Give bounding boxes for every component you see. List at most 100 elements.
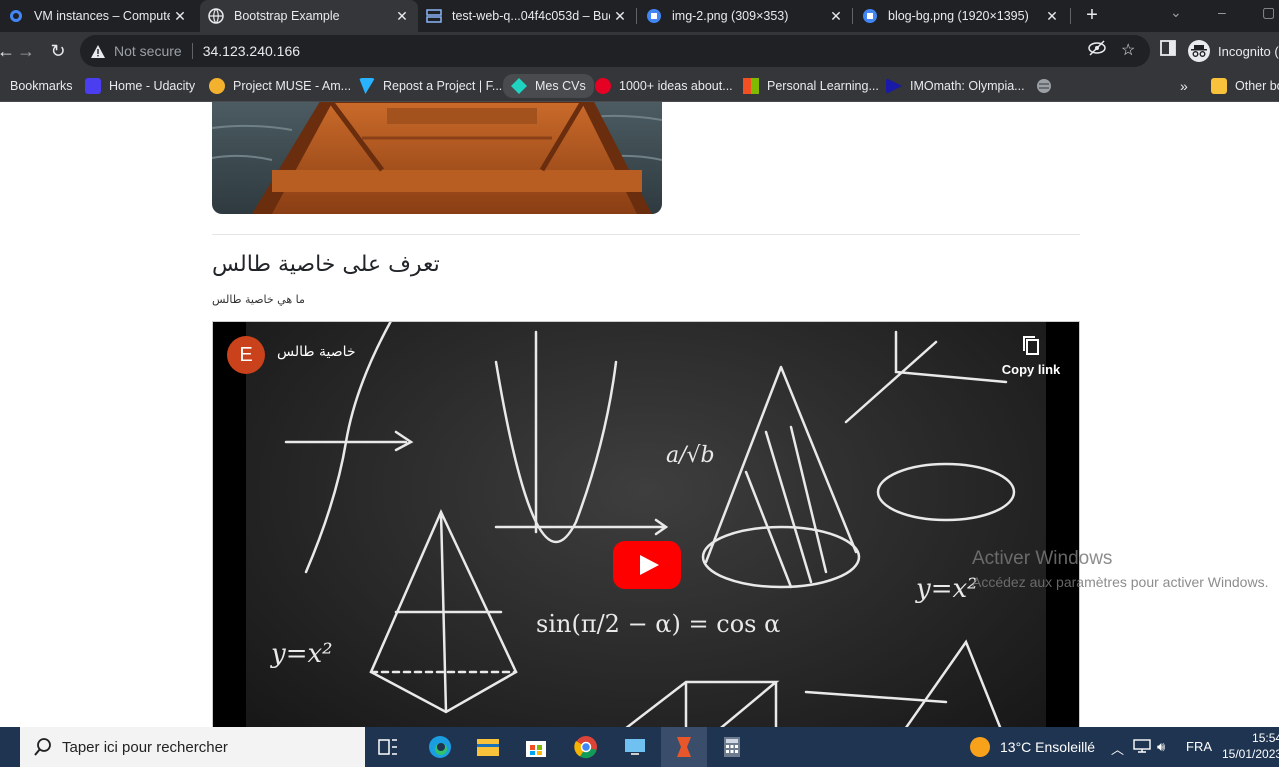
task-view-icon[interactable]	[374, 733, 402, 761]
bookmark-pinterest[interactable]: 1000+ ideas about...	[595, 76, 733, 96]
network-icon[interactable]	[1133, 739, 1151, 756]
tab-close-icon[interactable]: ✕	[1042, 8, 1062, 25]
tab-bucket[interactable]: test-web-q...04f4c053d – Buc ✕	[418, 0, 636, 32]
tab-separator	[852, 8, 853, 24]
bookmark-project-muse[interactable]: Project MUSE - Am...	[209, 76, 351, 96]
tab-close-icon[interactable]: ✕	[610, 8, 630, 25]
show-hidden-icons-icon[interactable]: ︿	[1111, 739, 1124, 758]
tab-blog-bg[interactable]: blog-bg.png (1920×1395) ✕	[854, 0, 1068, 32]
youtube-play-button[interactable]	[613, 541, 681, 589]
svg-text:y=x²: y=x²	[915, 574, 978, 604]
windows-taskbar: Taper ici pour rechercher 13°C Ensoleill…	[0, 727, 1279, 767]
post-title: تعرف على خاصية طالس	[212, 252, 440, 277]
minimize-icon[interactable]: –	[1218, 4, 1226, 20]
eye-slash-icon[interactable]	[1088, 40, 1106, 61]
other-bookmarks[interactable]: Other bo	[1211, 76, 1279, 96]
security-label[interactable]: Not secure	[114, 43, 182, 59]
bookmark-globe-icon[interactable]	[1036, 76, 1052, 96]
freelancer-icon	[359, 78, 375, 94]
system-clock[interactable]: 15:54 15/01/2023	[1222, 730, 1279, 762]
tab-search-icon[interactable]: ⌄	[1170, 4, 1182, 21]
bookmark-label: Bookmarks	[10, 79, 73, 93]
bookmark-label: Repost a Project | F...	[383, 79, 503, 93]
search-icon	[34, 738, 52, 756]
bookmark-label: Personal Learning...	[767, 79, 879, 93]
bookmark-label: IMOmath: Olympia...	[910, 79, 1025, 93]
address-bar[interactable]: Not secure 34.123.240.166	[80, 35, 1150, 67]
bookmarks-button[interactable]: Bookmarks	[10, 76, 73, 96]
language-indicator[interactable]: FRA	[1186, 739, 1212, 754]
tab-close-icon[interactable]: ✕	[826, 8, 846, 25]
tab-title: blog-bg.png (1920×1395)	[888, 9, 1029, 23]
side-panel-icon[interactable]	[1160, 40, 1176, 61]
bookmark-label: 1000+ ideas about...	[619, 79, 733, 93]
svg-text:a/√b: a/√b	[666, 443, 715, 468]
incognito-icon	[1188, 40, 1210, 62]
google-cloud-icon	[8, 8, 24, 24]
activate-windows-watermark: Activer Windows Accédez aux paramètres p…	[972, 548, 1268, 590]
bookmark-label: Mes CVs	[535, 79, 586, 93]
channel-avatar[interactable]: E	[227, 336, 265, 374]
globe-icon	[208, 8, 224, 24]
bookmark-personal-learning[interactable]: Personal Learning...	[743, 76, 879, 96]
incognito-profile[interactable]: Incognito (2	[1188, 40, 1279, 62]
pinterest-icon	[595, 78, 611, 94]
chrome-icon[interactable]	[572, 733, 600, 761]
image-tab-icon	[862, 8, 878, 24]
taskbar-search-box[interactable]: Taper ici pour rechercher	[20, 727, 365, 767]
svg-text:y=x²: y=x²	[270, 639, 333, 669]
youtube-embed[interactable]: sin(π/2 − α) = cos α y=x² y=x² a/√b E خا…	[212, 321, 1080, 727]
muse-icon	[209, 78, 225, 94]
weather-text: 13°C Ensoleillé	[1000, 739, 1096, 755]
tab-bootstrap-example[interactable]: Bootstrap Example ✕	[200, 0, 418, 32]
warning-icon[interactable]	[90, 43, 106, 59]
reload-icon[interactable]: ↻	[46, 39, 70, 63]
browser-toolbar: ← → ↻ Not secure 34.123.240.166 ☆ Incogn…	[0, 32, 1279, 70]
file-explorer-icon[interactable]	[474, 733, 502, 761]
boat-image	[212, 102, 662, 214]
tab-img-2[interactable]: img-2.png (309×353) ✕	[638, 0, 852, 32]
tab-title: Bootstrap Example	[234, 9, 340, 23]
section-divider	[212, 234, 1080, 235]
tab-title: test-web-q...04f4c053d – Buc	[452, 9, 610, 23]
bookmark-udacity[interactable]: Home - Udacity	[85, 76, 195, 96]
bookmark-label: Home - Udacity	[109, 79, 196, 93]
microsoft-store-icon[interactable]	[522, 733, 550, 761]
bookmark-freelancer[interactable]: Repost a Project | F...	[359, 76, 502, 96]
app-icon[interactable]	[670, 733, 698, 761]
search-placeholder: Taper ici pour rechercher	[62, 738, 228, 756]
bookmarks-overflow-icon[interactable]: »	[1180, 76, 1188, 96]
svg-text:sin(π/2 − α) = cos α: sin(π/2 − α) = cos α	[536, 610, 780, 638]
tab-separator	[1070, 8, 1071, 24]
weather-widget[interactable]: 13°C Ensoleillé	[970, 737, 1095, 757]
clock-date: 15/01/2023	[1222, 747, 1279, 761]
remote-desktop-icon[interactable]	[621, 733, 649, 761]
profile-label: Incognito (2	[1218, 43, 1279, 59]
clock-time: 15:54	[1252, 731, 1279, 745]
storage-bucket-icon	[426, 8, 442, 24]
activate-subtitle: Accédez aux paramètres pour activer Wind…	[972, 574, 1269, 590]
bookmark-star-icon[interactable]: ☆	[1121, 40, 1135, 60]
tab-vm-instances[interactable]: VM instances – Compute Eng ✕	[0, 0, 196, 32]
new-tab-button[interactable]: +	[1081, 4, 1103, 26]
edge-icon[interactable]	[426, 733, 454, 761]
copy-link-button[interactable]: Copy link	[999, 334, 1063, 377]
tab-title: img-2.png (309×353)	[672, 9, 789, 23]
maximize-icon[interactable]: ▢	[1262, 4, 1275, 21]
bookmark-imomath[interactable]: IMOmath: Olympia...	[886, 76, 1025, 96]
forward-arrow-icon[interactable]: →	[14, 39, 38, 63]
bookmark-mes-cvs[interactable]: Mes CVs	[503, 74, 594, 98]
url-text[interactable]: 34.123.240.166	[203, 43, 300, 59]
video-title[interactable]: خاصية طالس	[277, 344, 356, 360]
calculator-icon[interactable]	[718, 733, 746, 761]
cv-icon	[511, 78, 527, 94]
post-subtitle: ما هي خاصية طالس	[212, 293, 305, 306]
tab-close-icon[interactable]: ✕	[170, 8, 190, 25]
sun-icon	[970, 737, 990, 757]
microsoft-icon	[743, 78, 759, 94]
video-thumbnail: sin(π/2 − α) = cos α y=x² y=x² a/√b	[246, 322, 1046, 727]
omnibox-divider	[191, 43, 193, 59]
tab-close-icon[interactable]: ✕	[392, 8, 412, 25]
bookmark-label: Project MUSE - Am...	[233, 79, 352, 93]
volume-icon[interactable]: 🔊︎	[1157, 739, 1165, 755]
